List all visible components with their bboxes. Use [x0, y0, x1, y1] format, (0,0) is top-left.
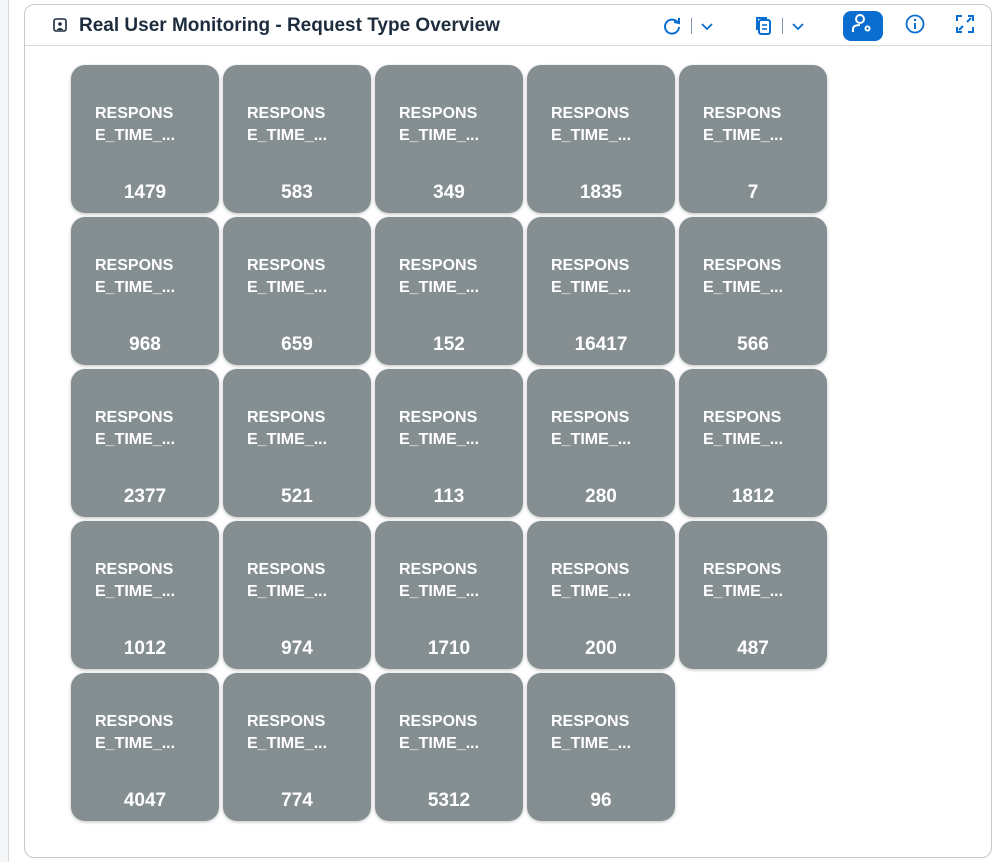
tile-value: 113 — [433, 486, 465, 507]
tile-value: 774 — [281, 790, 313, 811]
kpi-tile[interactable]: RESPONS E_TIME_... 200 — [527, 521, 675, 669]
kpi-tile[interactable]: RESPONS E_TIME_... 659 — [223, 217, 371, 365]
tile-value: 1479 — [123, 182, 167, 203]
tile-label: RESPONS E_TIME_... — [95, 561, 176, 600]
tile-label: RESPONS E_TIME_... — [399, 257, 480, 296]
chevron-down-icon[interactable] — [700, 21, 714, 31]
tile-label: RESPONS E_TIME_... — [703, 257, 784, 296]
tile-value: 200 — [585, 638, 617, 659]
kpi-tile[interactable]: RESPONS E_TIME_... 113 — [375, 369, 523, 517]
fullscreen-icon — [954, 13, 976, 40]
tile-value: 659 — [281, 334, 313, 355]
refresh-icon[interactable] — [661, 15, 683, 37]
left-edge-strip — [0, 0, 9, 862]
kpi-tile[interactable]: RESPONS E_TIME_... 583 — [223, 65, 371, 213]
tile-label: RESPONS E_TIME_... — [399, 713, 480, 752]
user-settings-icon — [851, 13, 875, 40]
tile-value: 16417 — [574, 334, 628, 355]
widget-header: Real User Monitoring - Request Type Over… — [25, 5, 991, 46]
tile-value: 974 — [281, 638, 313, 659]
copy-icon[interactable] — [754, 15, 774, 37]
fullscreen-button[interactable] — [953, 14, 977, 38]
toolbar-separator — [691, 18, 692, 34]
tile-value: 487 — [737, 638, 769, 659]
tile-label: RESPONS E_TIME_... — [551, 105, 632, 144]
tile-label: RESPONS E_TIME_... — [551, 713, 632, 752]
tile-label: RESPONS E_TIME_... — [399, 105, 480, 144]
tile-label: RESPONS E_TIME_... — [247, 409, 328, 448]
tile-label: RESPONS E_TIME_... — [551, 257, 632, 296]
kpi-tile[interactable]: RESPONS E_TIME_... 521 — [223, 369, 371, 517]
tile-label: RESPONS E_TIME_... — [247, 561, 328, 600]
chevron-down-icon[interactable] — [791, 21, 805, 31]
tile-value: 1710 — [427, 638, 471, 659]
tile-label: RESPONS E_TIME_... — [399, 409, 480, 448]
tile-value: 521 — [281, 486, 313, 507]
tile-value: 4047 — [123, 790, 167, 811]
tile-label: RESPONS E_TIME_... — [247, 713, 328, 752]
kpi-tile[interactable]: RESPONS E_TIME_... 1479 — [71, 65, 219, 213]
tile-value: 566 — [737, 334, 769, 355]
tile-value: 1835 — [579, 182, 623, 203]
tile-label: RESPONS E_TIME_... — [95, 713, 176, 752]
kpi-tile[interactable]: RESPONS E_TIME_... 152 — [375, 217, 523, 365]
tile-label: RESPONS E_TIME_... — [95, 409, 176, 448]
widget-card: Real User Monitoring - Request Type Over… — [24, 4, 992, 858]
kpi-tile[interactable]: RESPONS E_TIME_... 974 — [223, 521, 371, 669]
tile-label: RESPONS E_TIME_... — [247, 105, 328, 144]
kpi-tile[interactable]: RESPONS E_TIME_... 774 — [223, 673, 371, 821]
tile-label: RESPONS E_TIME_... — [703, 409, 784, 448]
kpi-tile[interactable]: RESPONS E_TIME_... 2377 — [71, 369, 219, 517]
tile-value: 280 — [585, 486, 617, 507]
copy-menu[interactable] — [754, 13, 805, 39]
tile-value: 5312 — [427, 790, 471, 811]
image-icon — [53, 18, 67, 32]
kpi-tile[interactable]: RESPONS E_TIME_... 487 — [679, 521, 827, 669]
kpi-tile[interactable]: RESPONS E_TIME_... 1710 — [375, 521, 523, 669]
tile-label: RESPONS E_TIME_... — [551, 409, 632, 448]
tile-label: RESPONS E_TIME_... — [703, 105, 784, 144]
info-icon — [904, 13, 926, 40]
kpi-tile[interactable]: RESPONS E_TIME_... 7 — [679, 65, 827, 213]
tile-label: RESPONS E_TIME_... — [247, 257, 328, 296]
tile-label: RESPONS E_TIME_... — [551, 561, 632, 600]
kpi-tile[interactable]: RESPONS E_TIME_... 96 — [527, 673, 675, 821]
kpi-tile[interactable]: RESPONS E_TIME_... 349 — [375, 65, 523, 213]
tile-label: RESPONS E_TIME_... — [703, 561, 784, 600]
kpi-tile[interactable]: RESPONS E_TIME_... 566 — [679, 217, 827, 365]
kpi-tile[interactable]: RESPONS E_TIME_... 5312 — [375, 673, 523, 821]
kpi-tile[interactable]: RESPONS E_TIME_... 16417 — [527, 217, 675, 365]
kpi-tile[interactable]: RESPONS E_TIME_... 968 — [71, 217, 219, 365]
widget-title: Real User Monitoring - Request Type Over… — [79, 15, 500, 36]
kpi-tile[interactable]: RESPONS E_TIME_... 1012 — [71, 521, 219, 669]
toolbar-separator — [782, 18, 783, 34]
tile-value: 152 — [433, 334, 465, 355]
refresh-menu[interactable] — [661, 13, 714, 39]
tile-value: 96 — [590, 790, 612, 811]
tile-value: 349 — [433, 182, 465, 203]
kpi-tile[interactable]: RESPONS E_TIME_... 1812 — [679, 369, 827, 517]
tile-value: 1812 — [731, 486, 775, 507]
kpi-tile[interactable]: RESPONS E_TIME_... 280 — [527, 369, 675, 517]
tile-label: RESPONS E_TIME_... — [95, 257, 176, 296]
tile-value: 2377 — [123, 486, 167, 507]
tile-value: 968 — [129, 334, 161, 355]
kpi-tile[interactable]: RESPONS E_TIME_... 4047 — [71, 673, 219, 821]
tile-label: RESPONS E_TIME_... — [95, 105, 176, 144]
tile-value: 583 — [281, 182, 313, 203]
kpi-tile[interactable]: RESPONS E_TIME_... 1835 — [527, 65, 675, 213]
tile-value: 1012 — [123, 638, 167, 659]
user-settings-button[interactable] — [843, 11, 883, 41]
tile-label: RESPONS E_TIME_... — [399, 561, 480, 600]
tile-value: 7 — [747, 182, 759, 203]
info-button[interactable] — [903, 14, 927, 38]
